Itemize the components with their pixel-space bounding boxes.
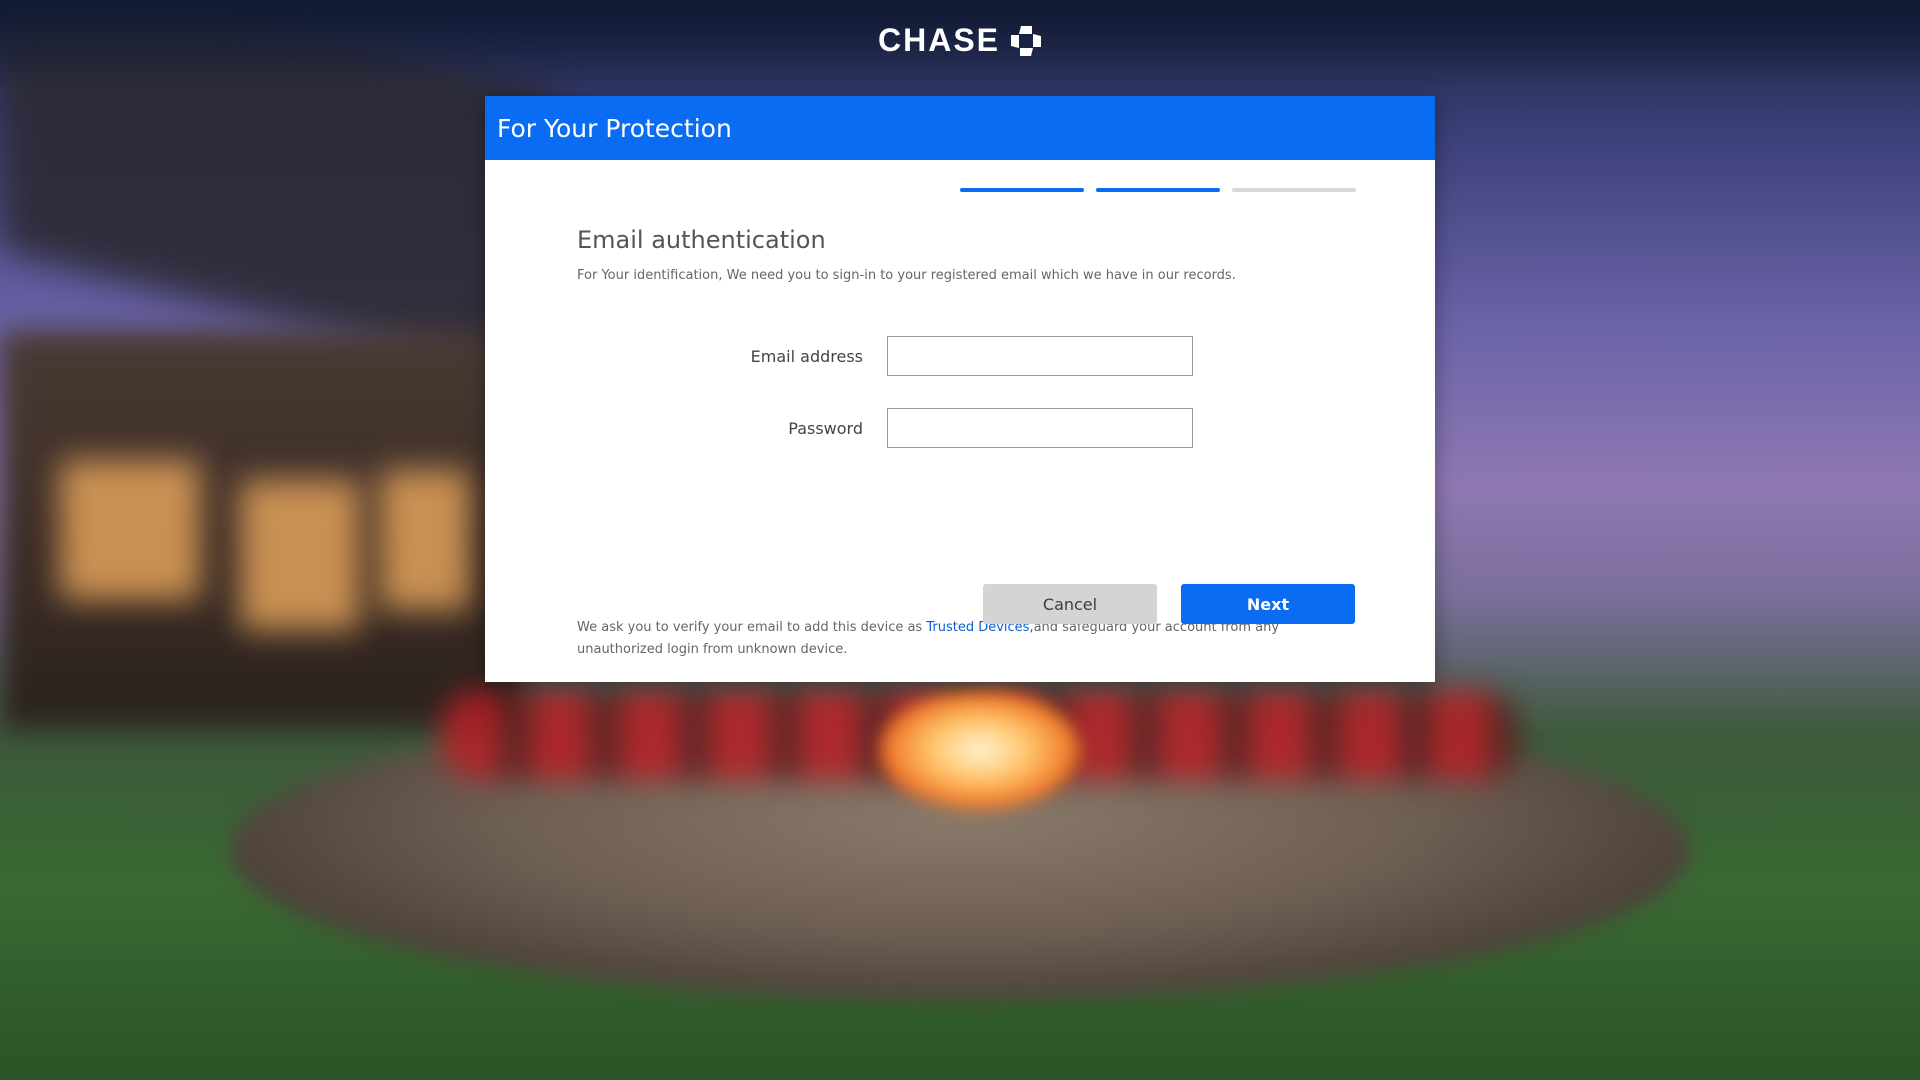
progress-step-2 <box>1096 188 1220 192</box>
progress-step-3 <box>1232 188 1356 192</box>
password-field[interactable] <box>887 408 1193 448</box>
email-row: Email address <box>577 336 1193 376</box>
chase-octagon-icon <box>1011 25 1041 56</box>
email-label: Email address <box>750 346 863 366</box>
dialog-content: Email authentication For Your identifica… <box>577 226 1347 657</box>
password-row: Password <box>577 408 1193 448</box>
background-window <box>60 460 200 600</box>
dialog-title: For Your Protection <box>497 113 732 143</box>
progress-step-1 <box>960 188 1084 192</box>
cancel-button[interactable]: Cancel <box>983 584 1157 624</box>
progress-steps <box>960 188 1356 192</box>
dialog-header: For Your Protection <box>485 96 1435 160</box>
next-button[interactable]: Next <box>1181 584 1355 624</box>
section-title: Email authentication <box>577 226 826 254</box>
intro-text: For Your identification, We need you to … <box>577 268 1236 283</box>
background-fire <box>880 690 1080 810</box>
email-field[interactable] <box>887 336 1193 376</box>
brand-wordmark: CHASE <box>877 22 1000 58</box>
page: CHASE For Your Protection Email authenti… <box>0 0 1920 1080</box>
note-text: We ask you to verify your email to add t… <box>577 620 927 635</box>
password-label: Password <box>788 418 863 438</box>
background-window <box>240 480 360 630</box>
brand-logo: CHASE <box>0 22 1920 59</box>
background-window <box>380 470 470 610</box>
protection-dialog: For Your Protection Email authentication… <box>485 96 1435 682</box>
